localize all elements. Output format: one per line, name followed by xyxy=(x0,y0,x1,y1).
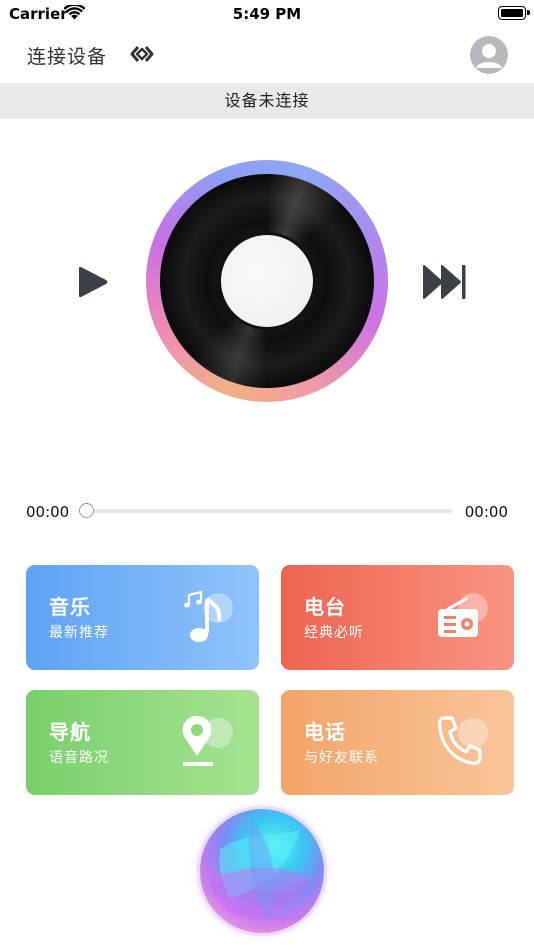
progress-slider-thumb[interactable] xyxy=(78,503,94,518)
vinyl-disc xyxy=(146,160,388,402)
navigation-card[interactable]: 导航 语音路况 xyxy=(26,690,259,795)
current-time: 00:00 xyxy=(26,503,70,521)
location-pin-icon xyxy=(182,716,213,766)
connection-status-bar: 设备未连接 xyxy=(0,83,534,119)
battery-icon xyxy=(498,6,530,20)
vinyl-center xyxy=(221,235,313,327)
navigation-card-title: 导航 xyxy=(49,720,91,744)
user-avatar-icon[interactable] xyxy=(470,36,508,74)
radio-icon xyxy=(438,597,478,637)
clock: 5:49 PM xyxy=(232,5,302,23)
voice-assistant-orb-icon[interactable] xyxy=(200,809,324,933)
music-note-icon xyxy=(184,590,222,642)
skip-forward-icon[interactable] xyxy=(422,263,468,301)
connect-device-title[interactable]: 连接设备 xyxy=(27,42,107,69)
phone-icon xyxy=(438,716,482,765)
phone-card-subtitle: 与好友联系 xyxy=(304,750,379,766)
music-card-subtitle: 最新推荐 xyxy=(49,625,109,641)
status-bar: Carrier 5:49 PM xyxy=(0,0,534,28)
play-icon[interactable] xyxy=(76,264,110,300)
navigation-card-subtitle: 语音路况 xyxy=(49,750,109,766)
header: 连接设备 xyxy=(0,28,534,82)
music-card-title: 音乐 xyxy=(49,595,91,619)
radio-card-subtitle: 经典必听 xyxy=(304,625,364,641)
phone-card-title: 电话 xyxy=(304,720,346,744)
radio-card[interactable]: 电台 经典必听 xyxy=(281,565,514,670)
progress-track[interactable] xyxy=(86,509,452,513)
radio-card-title: 电台 xyxy=(304,595,346,619)
music-card[interactable]: 音乐 最新推荐 xyxy=(26,565,259,670)
link-diamond-icon[interactable] xyxy=(130,44,154,64)
total-time: 00:00 xyxy=(464,503,508,521)
connection-status-text: 设备未连接 xyxy=(224,91,310,110)
phone-card[interactable]: 电话 与好友联系 xyxy=(281,690,514,795)
